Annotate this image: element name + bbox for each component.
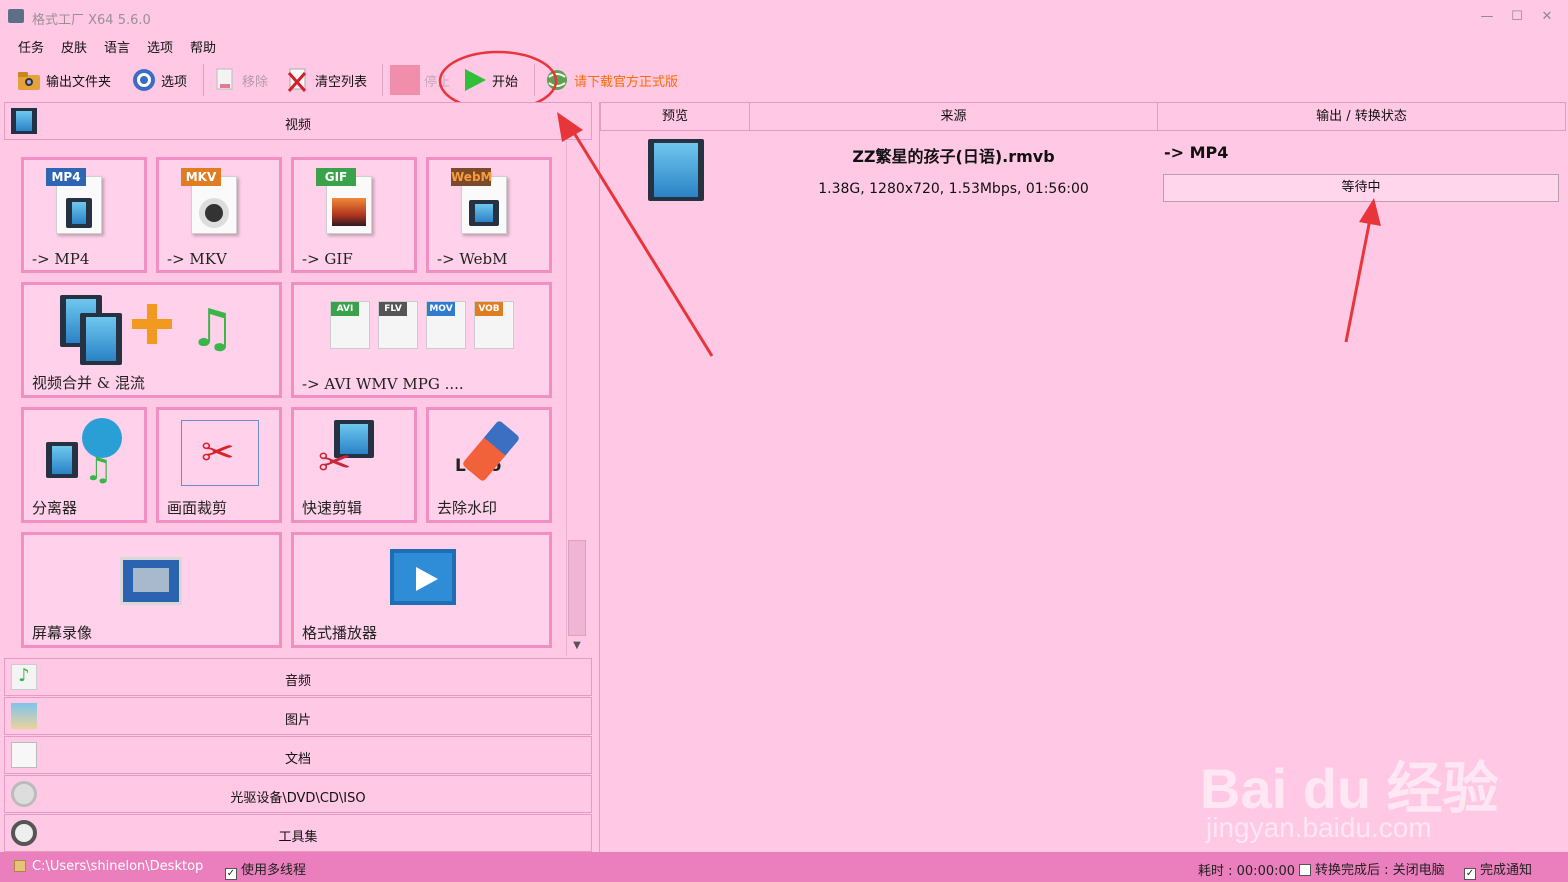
after-done-option[interactable]: 转换完成后 : 关闭电脑 [1299, 859, 1445, 878]
status-path[interactable]: C:\Users\shinelon\Desktop [32, 859, 203, 874]
after-done-label: 转换完成后 : 关闭电脑 [1315, 863, 1445, 878]
notify-option[interactable]: ✓ 完成通知 [1464, 859, 1532, 880]
notify-label: 完成通知 [1480, 863, 1533, 878]
folder-icon [14, 860, 26, 872]
status-bar: C:\Users\shinelon\Desktop ✓ 使用多线程 耗时 : 00… [0, 852, 1568, 882]
watermark-url: jingyan.baidu.com [1206, 812, 1432, 843]
elapsed-time: 耗时 : 00:00:00 [1198, 864, 1296, 879]
multithread-label: 使用多线程 [241, 863, 307, 878]
multithread-checkbox[interactable]: ✓ [225, 868, 237, 880]
multithread-option[interactable]: ✓ 使用多线程 [225, 859, 306, 880]
after-done-checkbox[interactable] [1299, 864, 1311, 876]
notify-checkbox[interactable]: ✓ [1464, 868, 1476, 880]
